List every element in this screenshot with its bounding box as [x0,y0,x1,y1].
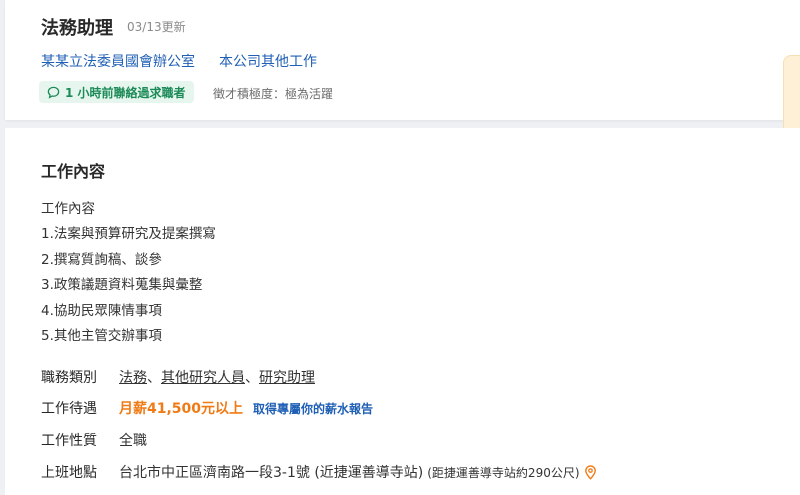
category-link-research-assistant[interactable]: 研究助理 [259,370,315,386]
contact-status-badge: 1 小時前聯絡過求職者 [39,81,194,103]
other-jobs-link[interactable]: 本公司其他工作 [219,51,317,71]
job-content-card: 工作內容 工作內容 1.法案與預算研究及提案撰寫 2.撰寫質詢稿、談參 3.政策… [5,128,800,495]
category-link-law[interactable]: 法務 [119,370,147,386]
job-title: 法務助理 [41,18,113,39]
job-nature-label: 工作性質 [41,433,97,449]
job-description: 工作內容 1.法案與預算研究及提案撰寫 2.撰寫質詢稿、談參 3.政策議題資料蒐… [41,197,216,349]
salary-value: 月薪41,500元以上 [119,401,244,417]
salary-label: 工作待遇 [41,401,97,417]
category-separator: 、 [245,370,259,386]
job-category-list: 法務、其他研究人員、研究助理 [119,367,315,387]
description-line: 4.協助民眾陳情事項 [41,302,162,319]
job-nature-row: 工作性質 全職 [41,430,147,450]
job-category-row: 職務類別 法務、其他研究人員、研究助理 [41,367,315,387]
location-distance: (距捷運善導寺站約290公尺) [427,465,580,480]
location-pin-icon[interactable] [584,464,597,480]
category-separator: 、 [147,370,161,386]
company-link[interactable]: 某某立法委員國會辦公室 [41,51,195,71]
description-line: 3.政策議題資料蒐集與彙整 [41,277,203,294]
job-category-label: 職務類別 [41,370,97,386]
location-label: 上班地點 [41,465,97,481]
salary-report-link[interactable]: 取得專屬你的薪水報告 [253,400,373,417]
location-row: 上班地點 台北市中正區濟南路一段3-1號 (近捷運善導寺站) (距捷運善導寺站約… [41,462,597,482]
salary-row: 工作待遇 月薪41,500元以上 取得專屬你的薪水報告 [41,398,373,418]
section-title: 工作內容 [41,162,106,181]
contact-badge-text: 1 小時前聯絡過求職者 [65,85,186,100]
category-link-researcher[interactable]: 其他研究人員 [161,370,245,386]
updated-date: 03/13更新 [127,20,186,34]
description-line: 1.法案與預算研究及提案撰寫 [41,226,216,243]
description-line: 2.撰寫質詢稿、談參 [41,251,162,268]
job-nature-value: 全職 [119,433,147,449]
description-line: 5.其他主管交辦事項 [41,327,162,344]
recruit-activity: 徵才積極度：極為活躍 [213,87,334,101]
location-address: 台北市中正區濟南路一段3-1號 (近捷運善導寺站) [119,465,424,481]
description-line: 工作內容 [41,201,95,217]
chat-bubble-icon [47,86,60,99]
job-header-card: 法務助理 03/13更新 某某立法委員國會辦公室 本公司其他工作 1 小時前聯絡… [5,0,800,120]
